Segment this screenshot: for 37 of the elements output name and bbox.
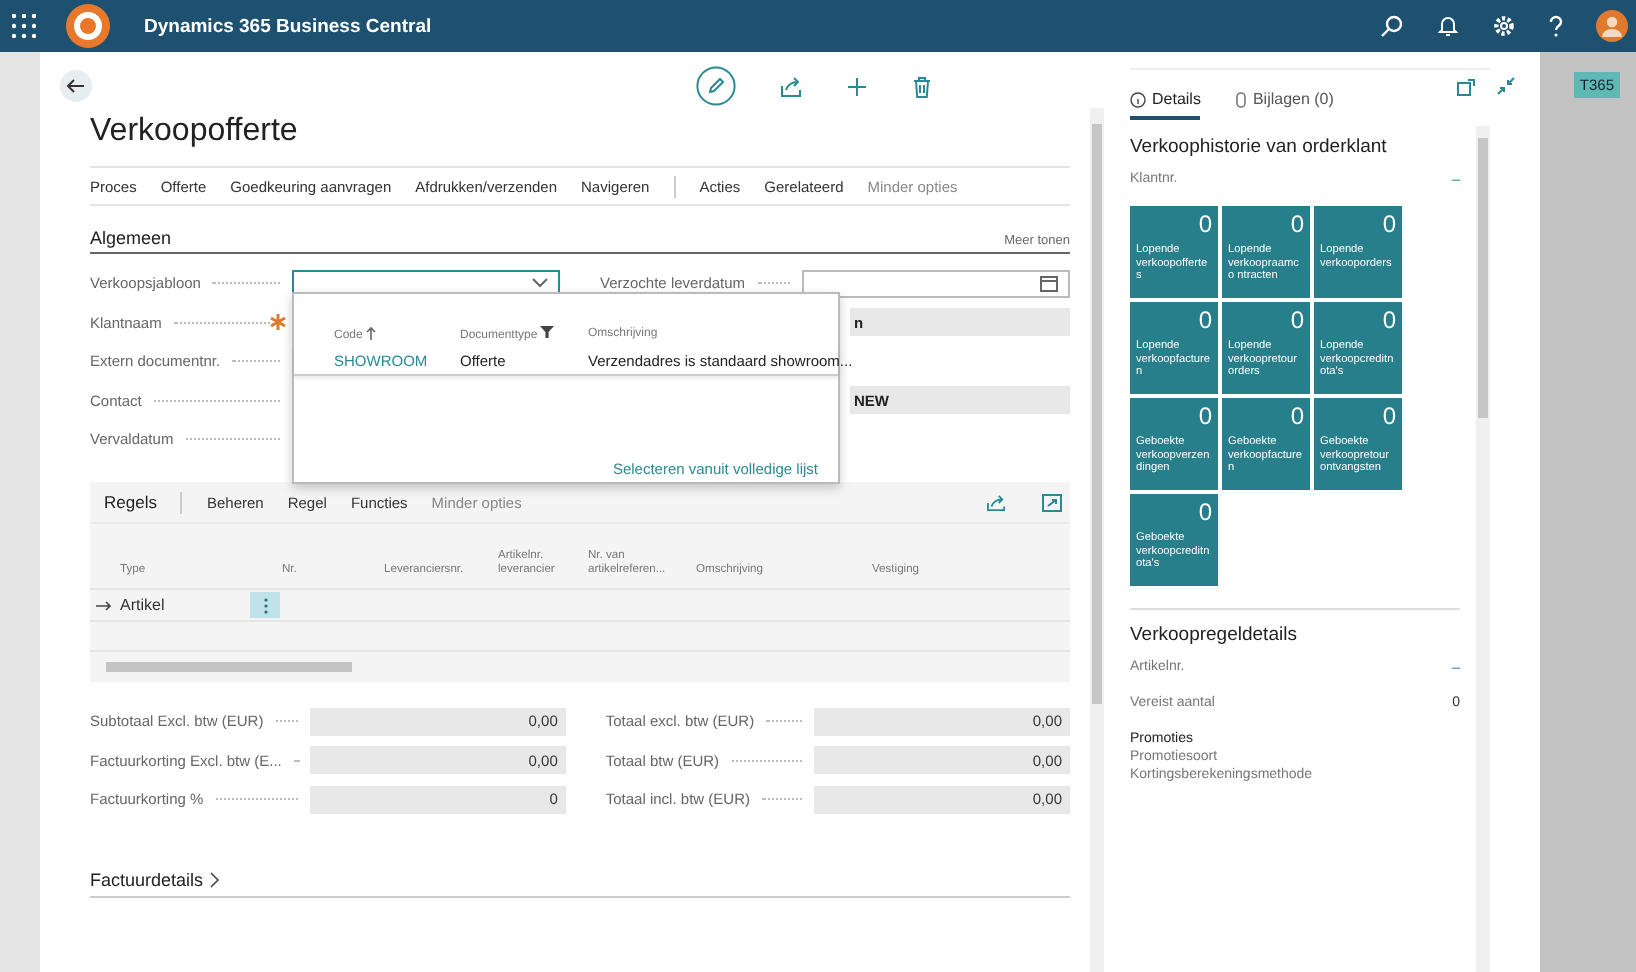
vertical-scrollbar[interactable] [1476,126,1490,972]
factbox-heading: Verkoopregeldetails [1130,608,1460,646]
bell-icon[interactable] [1436,14,1460,38]
trash-icon[interactable] [912,75,932,97]
required-asterisk-icon [270,314,286,331]
sort-ascending-icon [366,326,377,340]
collapse-icon[interactable] [1496,76,1516,96]
plus-icon[interactable] [846,75,868,97]
back-icon[interactable] [60,70,92,102]
info-icon [1130,91,1146,107]
settings-icon[interactable] [1492,14,1516,38]
calendar-icon[interactable] [1040,275,1058,292]
section-title: Algemeen [90,228,172,248]
app-title: Dynamics 365 Business Central [144,15,432,37]
factbox-tab[interactable]: Details [1130,90,1201,120]
edit-icon[interactable] [696,66,736,106]
logo-icon [64,2,112,50]
date-field[interactable] [802,269,1070,298]
lines-title: Regels [104,492,157,512]
open-new-window-icon[interactable] [1456,77,1476,95]
factbox-heading: Verkoophistorie van orderklant [1130,136,1389,158]
filter-icon [540,326,555,338]
vertical-scrollbar[interactable] [1090,108,1104,972]
paperclip-icon [1236,91,1247,107]
chevron-right-icon[interactable] [209,871,220,887]
section-header[interactable]: Factuurdetails [90,869,204,889]
table-cell[interactable]: Artikel [120,596,242,614]
avatar-icon[interactable] [1596,10,1628,42]
expand-icon[interactable] [1042,493,1062,511]
search-icon[interactable] [1380,14,1404,38]
chevron-icon [532,278,548,289]
page-title: Verkoopofferte [90,114,300,150]
share-icon[interactable] [780,75,802,97]
factbox-tab[interactable]: Bijlagen (0) [1236,90,1334,120]
share-icon[interactable] [986,493,1006,511]
help-icon[interactable] [1548,14,1564,38]
app-launcher-icon[interactable] [12,14,36,38]
